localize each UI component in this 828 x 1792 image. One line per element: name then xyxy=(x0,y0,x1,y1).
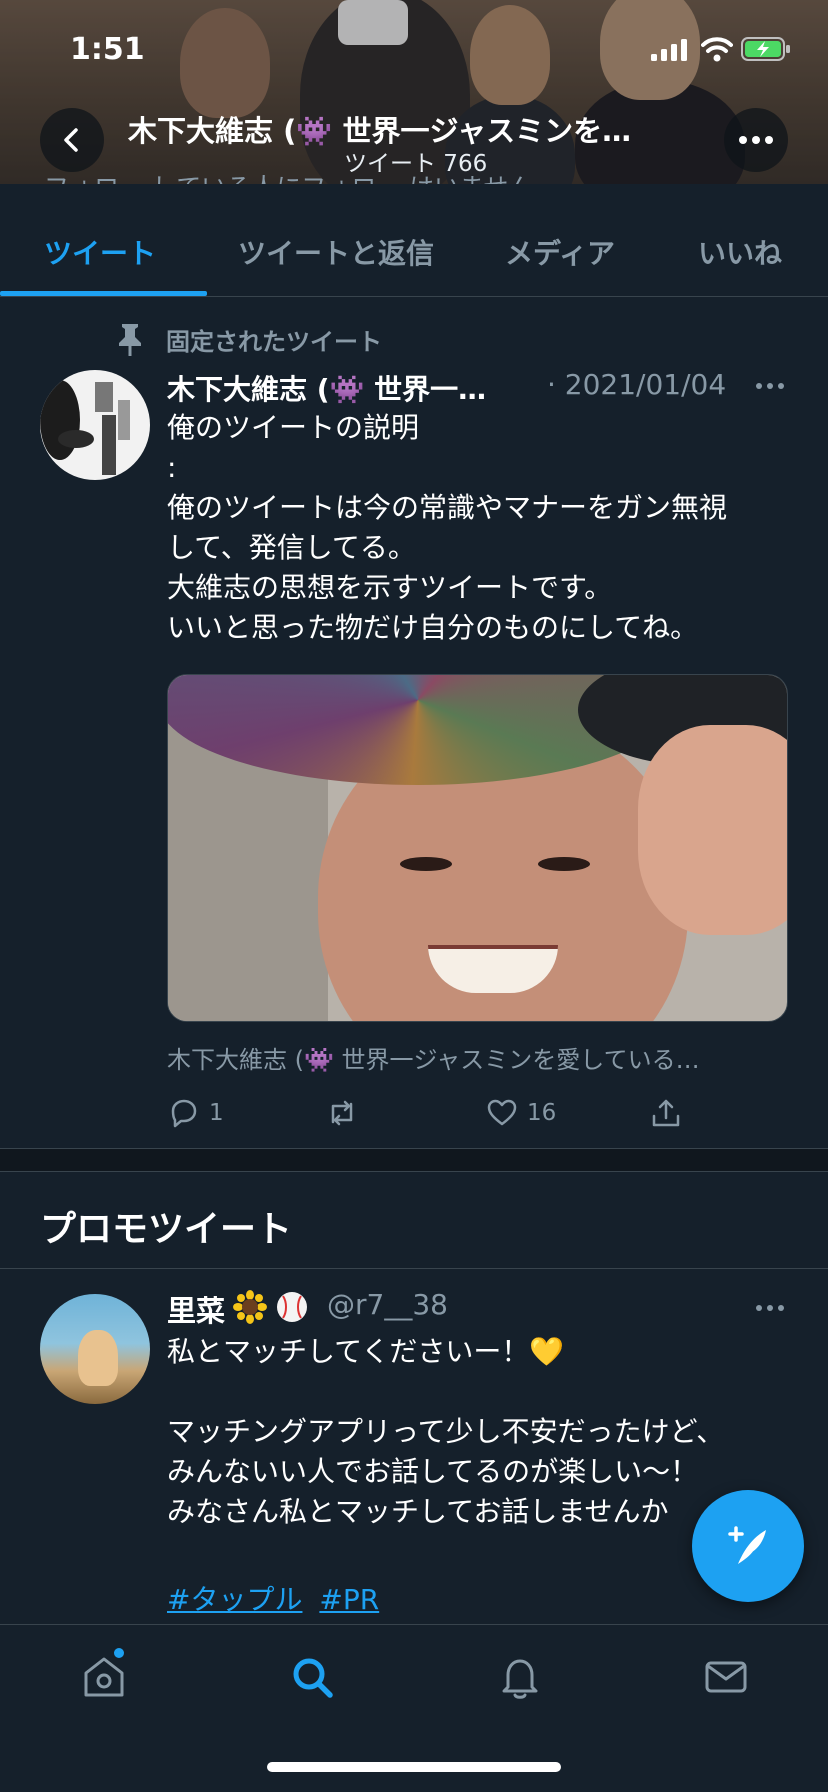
more-horizontal-icon xyxy=(739,136,773,144)
promoted-tweet-header: 里菜 @r7__38 xyxy=(167,1288,787,1330)
compose-tweet-button[interactable] xyxy=(692,1490,804,1602)
status-time: 1:51 xyxy=(70,32,145,67)
active-tab-indicator xyxy=(0,291,207,296)
hashtag-link[interactable]: #PR xyxy=(319,1583,379,1616)
promoted-hashtags: #タップル #PR xyxy=(167,1578,387,1618)
mail-icon[interactable] xyxy=(702,1653,750,1701)
search-icon[interactable] xyxy=(288,1653,336,1701)
profile-tabs: ツイート ツイートと返信 メディア いいね xyxy=(0,184,828,297)
tweet-more-icon[interactable] xyxy=(755,1304,785,1312)
tab-tweets[interactable]: ツイート xyxy=(44,232,156,272)
share-button[interactable] xyxy=(649,1092,683,1134)
section-divider xyxy=(0,1148,828,1172)
divider xyxy=(0,1268,828,1269)
pinned-tweet-header: 木下大維志 (👾 世界一… · 2021/01/04 xyxy=(167,368,787,408)
battery-charging-icon xyxy=(741,37,790,61)
pinned-tweet-text: 俺のツイートの説明 : 俺のツイートは今の常識やマナーをガン無視 して、発信して… xyxy=(167,411,728,644)
media-attribution[interactable]: 木下大維志 (👾 世界一ジャスミンを愛している… xyxy=(167,1040,787,1075)
retweet-icon xyxy=(331,1100,353,1126)
tab-media[interactable]: メディア xyxy=(505,232,615,272)
back-button[interactable] xyxy=(40,108,104,172)
pin-icon xyxy=(119,324,141,356)
baseball-emoji xyxy=(277,1292,307,1322)
home-icon[interactable] xyxy=(80,1653,128,1701)
tweet-media-photo[interactable] xyxy=(167,674,788,1022)
compose-tweet-icon xyxy=(728,1526,766,1564)
reply-icon xyxy=(171,1099,197,1128)
tweet-date[interactable]: · 2021/01/04 xyxy=(547,368,726,401)
hashtag-link[interactable]: #タップル xyxy=(167,1583,302,1616)
reply-count: 1 xyxy=(209,1100,224,1126)
more-options-button[interactable] xyxy=(724,108,788,172)
home-indicator xyxy=(267,1762,561,1772)
signal-icon xyxy=(651,39,687,61)
tweet-author-name[interactable]: 木下大維志 (👾 世界一… xyxy=(167,368,542,408)
bell-icon[interactable] xyxy=(496,1653,544,1701)
tweet-actions: 1 16 xyxy=(167,1092,787,1134)
tab-likes[interactable]: いいね xyxy=(698,232,782,272)
sunflower-emoji xyxy=(233,1290,267,1324)
heart-icon xyxy=(487,1099,517,1126)
like-count: 16 xyxy=(527,1100,557,1126)
header-tweet-count: ツイート 766 xyxy=(344,151,488,177)
promoted-tweet-text: 私とマッチしてくださいー！💛 マッチングアプリって少し不安だったけど、 みんない… xyxy=(167,1335,725,1528)
promoted-avatar[interactable] xyxy=(40,1294,150,1404)
share-icon xyxy=(652,1099,680,1127)
like-button[interactable]: 16 xyxy=(485,1092,556,1134)
wifi-icon xyxy=(701,37,733,62)
status-bar: 1:51 xyxy=(0,0,828,100)
author-avatar[interactable] xyxy=(40,370,150,480)
pinned-indicator: 固定されたツイート xyxy=(116,322,382,356)
promoted-author-handle[interactable]: @r7__38 xyxy=(327,1288,448,1321)
promoted-heading: プロモツイート xyxy=(40,1209,293,1250)
tweet-more-icon[interactable] xyxy=(755,382,785,390)
promoted-author-name[interactable]: 里菜 xyxy=(167,1288,225,1330)
reply-button[interactable]: 1 xyxy=(167,1092,224,1134)
retweet-button[interactable] xyxy=(325,1092,367,1134)
chevron-left-icon xyxy=(64,128,78,152)
home-notification-dot xyxy=(112,1646,126,1660)
pinned-label: 固定されたツイート xyxy=(166,327,382,356)
tab-tweets-and-replies[interactable]: ツイートと返信 xyxy=(238,232,434,272)
